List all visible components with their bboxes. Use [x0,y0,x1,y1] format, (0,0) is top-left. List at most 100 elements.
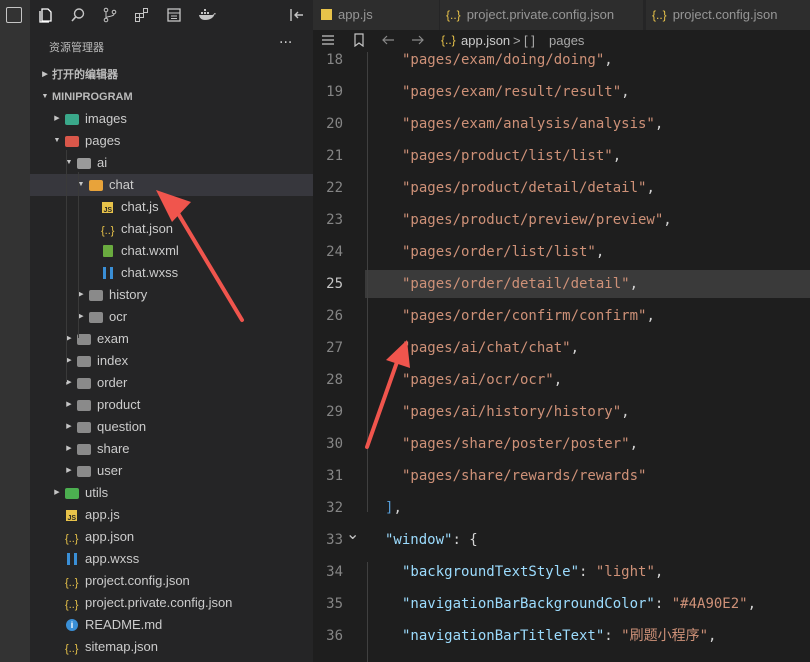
json-file-icon: {..} [65,533,79,545]
tree-file[interactable]: {..} project.private.config.json [30,592,313,614]
tree-folder[interactable]: ▼ ai [30,152,313,174]
folder-icon [77,420,91,434]
line-number: 18 [326,52,343,68]
tree-item-label: ocr [109,309,128,324]
view-switcher [30,0,313,30]
chevron-right-icon[interactable]: ▶ [51,482,63,504]
tree-file[interactable]: chat.wxml [30,240,313,262]
code-line: "pages/order/list/list", [402,244,605,260]
layout-icon[interactable] [166,7,182,23]
code-line: "pages/order/confirm/confirm", [402,308,655,324]
tree-folder[interactable]: ▶ product [30,394,313,416]
tree-folder[interactable]: ▼ chat [30,174,313,196]
line-number: 33 [326,532,343,548]
line-number: 29 [326,404,343,420]
tree-item-label: history [109,287,148,302]
code-line: "pages/ai/chat/chat", [402,340,580,356]
section-header[interactable]: ▶ 打开的编辑器 [30,64,313,86]
chevron-down-icon[interactable]: ▼ [63,152,75,174]
tree-folder[interactable]: ▼ pages [30,130,313,152]
code-line: ], [385,500,402,516]
breadcrumb: {..} app.json > [ ] pages [313,30,810,52]
chevron-right-icon[interactable]: ▶ [63,350,75,372]
forward-arrow-icon[interactable] [411,33,425,50]
chevron-right-icon[interactable]: ▶ [63,460,75,482]
tree-folder[interactable]: ▶ question [30,416,313,438]
chevron-right-icon[interactable]: ▶ [39,64,51,86]
tree-item-label: user [97,463,123,478]
more-actions-icon[interactable]: ··· [279,35,292,51]
explorer-icon[interactable] [38,7,54,23]
search-icon[interactable] [70,7,86,23]
tree-file[interactable]: {..} chat.json [30,218,313,240]
code-line: "window": { [385,532,478,548]
code-line: "pages/exam/result/result", [402,84,630,100]
tree-file[interactable]: {..} project.config.json [30,570,313,592]
breadcrumb-node[interactable]: pages [549,33,584,48]
json-icon: {..} [441,33,456,47]
tree-file[interactable]: i README.md [30,614,313,636]
chevron-right-icon[interactable]: ▶ [63,416,75,438]
line-number: 21 [326,148,343,164]
tree-folder[interactable]: ▶ ocr [30,306,313,328]
bookmark-icon[interactable] [353,33,365,50]
source-control-icon[interactable] [102,7,118,23]
chevron-down-icon[interactable]: ▼ [51,130,63,152]
code-line: "pages/share/rewards/rewards" [402,468,647,484]
tree-file[interactable]: JS app.js [30,504,313,526]
tree-file[interactable]: chat.wxss [30,262,313,284]
chevron-down-icon[interactable]: ▼ [39,86,51,108]
tree-item-label: product [97,397,141,412]
extensions-icon[interactable] [134,7,150,23]
chevron-right-icon[interactable]: ▶ [75,284,87,306]
fold-chevron-icon[interactable]: ⌄ [346,524,359,543]
tree-item-label: order [97,375,128,390]
tree-file[interactable]: JS chat.js [30,196,313,218]
tab-project-config[interactable]: {..} project.config.json [646,0,810,30]
docker-icon[interactable] [198,7,216,23]
tree-item-label: chat [109,177,134,192]
tab-app-js[interactable]: app.js [313,0,440,30]
code-editor[interactable]: 18 "pages/exam/doing/doing", 19 "pages/exam… [313,52,810,662]
editor-tabs: app.js {..} project.private.config.json {… [313,0,810,30]
code-line: "pages/order/detail/detail", [402,276,639,292]
tree-file[interactable]: {..} app.json [30,526,313,548]
chevron-down-icon[interactable]: ▼ [75,174,87,196]
list-icon[interactable] [321,33,335,50]
tree-folder[interactable]: ▶ utils [30,482,313,504]
tree-file[interactable]: {..} sitemap.json [30,636,313,658]
chevron-right-icon[interactable]: ▶ [51,108,63,130]
tree-item-label: app.wxss [85,551,140,566]
collapse-panel-icon[interactable] [289,7,305,23]
line-number: 28 [326,372,343,388]
tree-folder[interactable]: ▶ share [30,438,313,460]
tree-folder[interactable]: ▶ images [30,108,313,130]
tree-folder[interactable]: ▶ history [30,284,313,306]
tree-folder[interactable]: ▶ index [30,350,313,372]
breadcrumb-file[interactable]: app.json [461,33,510,48]
chevron-right-icon[interactable]: ▶ [63,438,75,460]
tree-folder[interactable]: ▶ exam [30,328,313,350]
tree-folder[interactable]: ▶ order [30,372,313,394]
line-number: 25 [326,276,343,292]
section-header[interactable]: ▼ MINIPROGRAM [30,86,313,108]
code-line: "pages/ai/ocr/ocr", [402,372,563,388]
line-number: 36 [326,628,343,644]
back-arrow-icon[interactable] [381,33,395,50]
line-number: 22 [326,180,343,196]
tab-project-private-config[interactable]: {..} project.private.config.json [440,0,644,30]
json-file-icon: {..} [65,643,79,655]
json-file-icon: {..} [652,8,667,22]
tree-folder[interactable]: ▶ user [30,460,313,482]
js-file-icon: JS [101,200,115,214]
tree-item-label: MINIPROGRAM [52,91,133,103]
copy-icon[interactable] [6,7,22,23]
tree-file[interactable]: app.wxss [30,548,313,570]
chevron-right-icon[interactable]: ▶ [63,394,75,416]
editor-indent-guide [367,52,368,512]
chevron-right-icon[interactable]: ▶ [63,328,75,350]
chevron-right-icon[interactable]: ▶ [63,372,75,394]
code-line: "pages/product/list/list", [402,148,622,164]
tree-item-label: project.config.json [85,573,190,588]
chevron-right-icon[interactable]: ▶ [75,306,87,328]
